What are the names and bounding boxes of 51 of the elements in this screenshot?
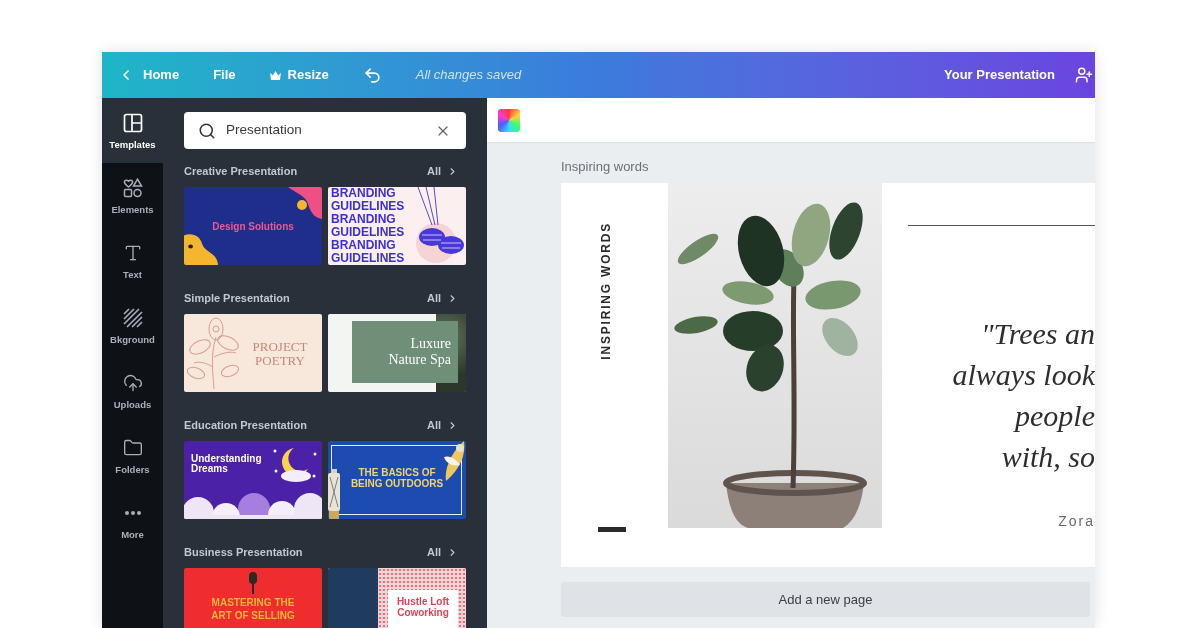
template-title: Understanding Dreams <box>191 454 263 474</box>
template-title: Luxure Nature Spa <box>387 336 451 368</box>
template-title: MASTERING THE ART OF SELLING <box>210 596 296 622</box>
moon-drawing <box>272 445 318 483</box>
accent-bar <box>598 527 626 532</box>
see-all-link[interactable]: All <box>426 163 466 179</box>
section-title: Business Presentation <box>184 545 303 560</box>
color-palette-icon[interactable] <box>498 108 520 132</box>
blob-shape <box>184 233 218 265</box>
flower-drawing <box>186 317 242 389</box>
add-user-icon[interactable] <box>1075 66 1093 84</box>
microphone-drawing <box>246 572 260 594</box>
dot-shape <box>297 200 307 210</box>
save-status: All changes saved <box>415 66 522 84</box>
template-thumbnail[interactable]: THE BASICS OF BEING OUTDOORS <box>328 441 466 519</box>
vertical-title: INSPIRING WORDS <box>598 222 614 360</box>
template-title: PROJECT POETRY <box>251 340 309 368</box>
see-all-link[interactable]: All <box>426 290 466 306</box>
search-field[interactable]: Presentation <box>184 112 466 149</box>
lantern-drawing <box>328 469 340 519</box>
page-title: Inspiring words <box>561 158 650 176</box>
document-title[interactable]: Your Presentation <box>944 66 1055 84</box>
section-title: Education Presentation <box>184 418 307 433</box>
stripes-icon <box>122 308 143 328</box>
author-name: Zora <box>1058 512 1095 530</box>
template-thumbnail[interactable]: Design Solutions <box>184 187 322 265</box>
sidebar-tab[interactable]: Templates <box>102 98 163 163</box>
layout-icon <box>122 113 143 133</box>
see-all-link[interactable]: All <box>426 544 466 560</box>
add-page-button[interactable]: Add a new page <box>561 582 1090 617</box>
shapes-icon <box>122 178 143 198</box>
template-title: THE BASICS OF BEING OUTDOORS <box>349 467 445 489</box>
quote-text: "Trees an always look people with, so <box>951 316 1095 475</box>
template-title: Design Solutions <box>212 220 294 232</box>
section-title: Creative Presentation <box>184 164 298 179</box>
side-panel-shape <box>328 568 378 628</box>
section-title: Simple Presentation <box>184 291 290 306</box>
search-icon <box>198 121 216 140</box>
corner-blob-shape <box>288 187 322 219</box>
template-thumbnail[interactable]: BRANDING GUIDELINES BRANDING GUIDELINES BRANDING GUIDELINES <box>328 187 466 265</box>
more-icon <box>124 511 141 515</box>
template-title: BRANDING GUIDELINES BRANDING GUIDELINES BRANDING GUIDELINES <box>331 187 406 265</box>
template-title: Hustle Loft Coworking <box>395 596 451 620</box>
see-all-link[interactable]: All <box>426 417 466 433</box>
undo-icon[interactable] <box>362 65 382 85</box>
template-thumbnail[interactable]: Luxure Nature Spa <box>328 314 466 392</box>
crown-icon <box>269 70 281 80</box>
template-thumbnail[interactable]: Hustle Loft Coworking <box>328 568 466 628</box>
folder-icon <box>122 438 143 458</box>
template-thumbnail[interactable]: Understanding Dreams <box>184 441 322 519</box>
upload-icon <box>122 373 143 393</box>
